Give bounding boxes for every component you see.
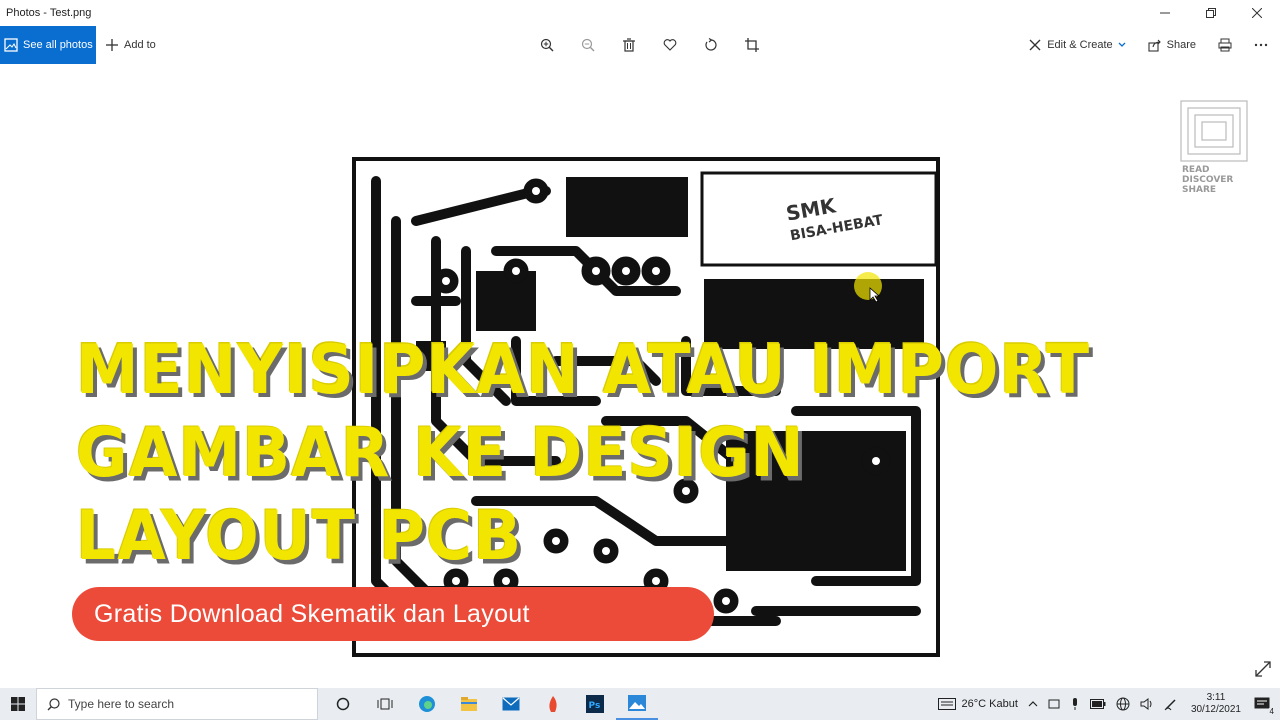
taskbar-file-explorer[interactable] [448,688,490,720]
task-view-button[interactable] [364,688,406,720]
taskbar-search-box[interactable]: Type here to search [36,688,318,720]
chevron-up-icon [1028,701,1038,707]
folder-icon [461,697,477,711]
print-icon [1218,38,1232,52]
photos-toolbar: See all photos Add to Edit & Create Shar… [0,26,1280,64]
heart-icon [663,39,676,51]
zoom-in-button[interactable] [526,26,567,64]
photos-icon [4,38,18,52]
download-banner: Gratis Download Skematik dan Layout [72,587,714,641]
cortana-button[interactable] [322,688,364,720]
title-bar: Photos - Test.png [0,0,1280,26]
see-all-photos-button[interactable]: See all photos [0,26,96,64]
restore-icon [1206,8,1216,18]
taskbar-photos[interactable] [616,688,658,720]
taskbar-app-red[interactable] [532,688,574,720]
share-icon [1148,39,1161,52]
battery-icon [1089,699,1106,709]
svg-text:Ps: Ps [589,701,601,711]
share-label: Share [1166,39,1196,51]
watermark-read: READ [1182,165,1210,175]
headline-line-2: GAMBAR KE DESIGN [76,413,805,493]
print-button[interactable] [1218,38,1232,52]
notification-count: 4 [1267,707,1276,716]
rotate-icon [704,38,717,51]
speaker-icon [1140,698,1152,710]
flame-app-icon [549,696,557,712]
start-button[interactable] [0,688,36,720]
right-toolbar: Edit & Create Share [1028,26,1280,64]
minimize-icon [1160,12,1170,14]
action-center-button[interactable]: 4 [1249,688,1280,720]
minimize-button[interactable] [1142,0,1188,26]
watermark-discover: DISCOVER [1182,175,1233,185]
taskbar-clock[interactable]: 3:11 30/12/2021 [1183,692,1249,716]
add-to-button[interactable]: Add to [106,26,156,64]
task-view-icon [377,698,393,710]
close-button[interactable] [1234,0,1280,26]
rotate-button[interactable] [690,26,731,64]
restore-button[interactable] [1188,0,1234,26]
window-controls [1142,0,1280,26]
camera-icon [1048,699,1060,709]
fullscreen-icon[interactable] [1254,660,1272,678]
weather-text: 26°C Kabut [961,698,1018,710]
clock-time: 3:11 [1206,692,1226,703]
plus-icon [106,39,118,51]
search-icon [47,697,60,710]
search-placeholder: Type here to search [68,697,175,711]
watermark-share: SHARE [1182,185,1216,195]
photos-app-window: Photos - Test.png See all photos Add to [0,0,1280,688]
photoshop-icon: Ps [586,695,604,713]
headline-line-1: MENYISIPKAN ATAU IMPORT [76,330,1091,409]
more-icon [1254,43,1268,47]
chevron-down-icon [1118,42,1126,47]
trash-icon [622,38,635,52]
system-tray: 26°C Kabut 3:11 30/12/2021 4 [933,688,1280,720]
edit-create-icon [1029,39,1041,51]
zoom-out-icon [581,38,594,52]
delete-button[interactable] [608,26,649,64]
tray-pen[interactable] [1159,688,1183,720]
photos-app-icon [628,695,646,711]
favorite-button[interactable] [649,26,690,64]
tray-volume[interactable] [1135,688,1159,720]
watermark-icon: READ DISCOVER SHARE [1180,100,1248,195]
taskbar-photoshop[interactable]: Ps [574,688,616,720]
edge-browser-icon [419,696,435,712]
tray-microphone[interactable] [1065,688,1085,720]
windows-logo-icon [11,697,25,711]
image-tools [526,26,772,64]
mail-icon [502,697,520,711]
edit-create-label: Edit & Create [1047,39,1113,51]
taskbar-edge[interactable] [406,688,448,720]
show-hidden-icons[interactable] [1023,688,1043,720]
pen-icon [1164,699,1176,711]
share-button[interactable]: Share [1148,38,1196,52]
weather-widget[interactable]: 26°C Kabut [933,688,1023,720]
cortana-icon [336,697,350,711]
add-to-label: Add to [124,39,156,51]
overlay-headline: MENYISIPKAN ATAU IMPORT GAMBAR KE DESIGN… [76,328,1090,577]
headline-line-3: LAYOUT PCB [76,496,523,576]
clock-date: 30/12/2021 [1190,704,1241,715]
tray-battery[interactable] [1085,688,1111,720]
edit-create-button[interactable]: Edit & Create [1028,38,1126,52]
taskbar-mail[interactable] [490,688,532,720]
tray-network[interactable] [1111,688,1135,720]
window-title: Photos - Test.png [6,7,92,19]
zoom-out-button[interactable] [567,26,608,64]
microphone-icon [1072,698,1077,710]
see-all-photos-label: See all photos [23,39,93,51]
crop-icon [744,38,759,52]
fog-icon [937,698,956,710]
more-options-button[interactable] [1254,43,1268,47]
close-icon [1252,8,1262,18]
crop-button[interactable] [731,26,772,64]
tray-meet-now[interactable] [1043,688,1065,720]
taskbar: Type here to search Ps 26°C Kabut 3:11 3… [0,688,1280,720]
globe-icon [1116,697,1130,711]
watermark-logo: READ DISCOVER SHARE [1180,100,1248,196]
zoom-in-icon [540,38,553,52]
